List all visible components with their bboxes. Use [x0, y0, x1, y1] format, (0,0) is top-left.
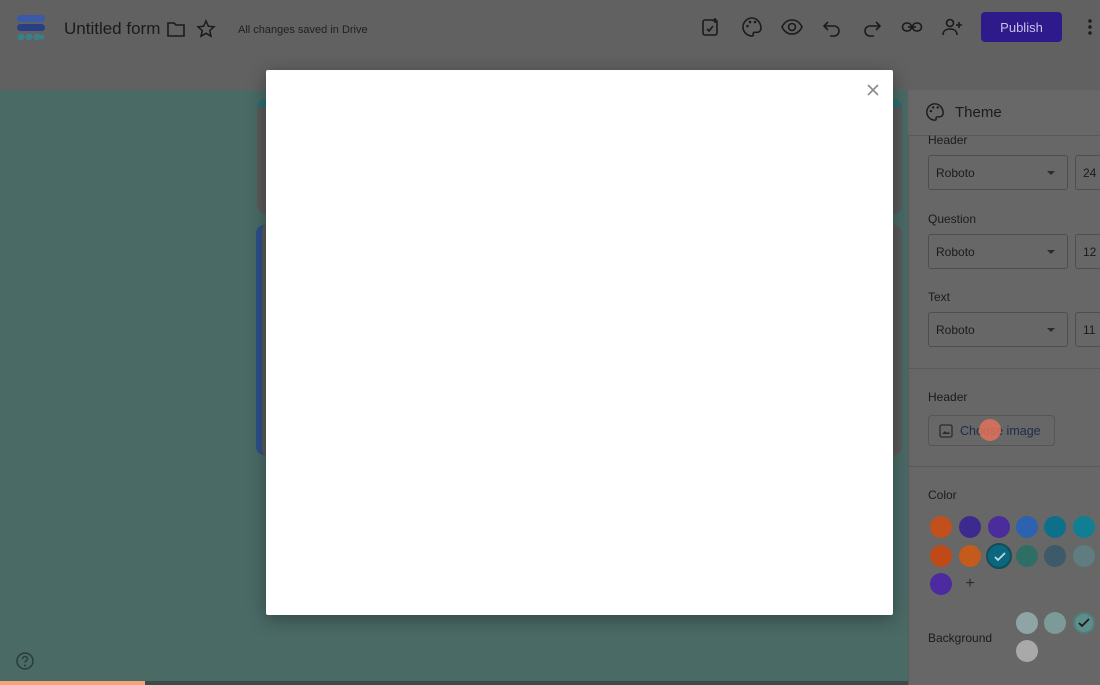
star-icon[interactable]: [196, 19, 216, 39]
color-swatch[interactable]: [1016, 545, 1038, 567]
background-swatch[interactable]: [1044, 612, 1066, 634]
chevron-down-icon: [1047, 250, 1055, 254]
question-size-value: 12: [1083, 245, 1097, 259]
add-ons-icon[interactable]: [700, 16, 722, 38]
divider: [908, 466, 1100, 467]
header-font-select[interactable]: Roboto: [928, 155, 1068, 190]
publish-button[interactable]: Publish: [981, 12, 1062, 42]
add-color-icon[interactable]: +: [960, 574, 980, 594]
header-image-label: Header: [928, 390, 968, 404]
progress-bar: [0, 681, 145, 685]
color-swatch[interactable]: [1016, 516, 1038, 538]
blank-dialog[interactable]: [266, 70, 893, 615]
question-font-label: Question: [928, 212, 977, 226]
color-swatch[interactable]: [1044, 516, 1066, 538]
header-font-label: Header: [928, 133, 968, 147]
color-swatch[interactable]: [959, 516, 981, 538]
chevron-down-icon: [1047, 171, 1055, 175]
eye-icon[interactable]: [781, 16, 803, 38]
undo-icon[interactable]: [821, 16, 843, 38]
color-label: Color: [928, 488, 957, 502]
help-icon[interactable]: [15, 651, 35, 671]
save-status: All changes saved in Drive: [238, 24, 368, 36]
header-size-value: 24: [1083, 166, 1097, 180]
form-title[interactable]: Untitled form: [64, 19, 160, 39]
color-swatch[interactable]: [930, 573, 952, 595]
color-swatch[interactable]: [959, 545, 981, 567]
color-swatch[interactable]: [1073, 516, 1095, 538]
palette-icon: [926, 103, 944, 121]
question-font-select[interactable]: Roboto: [928, 234, 1068, 269]
close-icon[interactable]: [866, 83, 880, 97]
color-swatch[interactable]: [988, 516, 1010, 538]
color-swatch[interactable]: [986, 543, 1012, 569]
palette-icon[interactable]: [741, 16, 763, 38]
text-font-select[interactable]: Roboto: [928, 312, 1068, 347]
cursor-indicator: [979, 419, 1001, 441]
text-font-value: Roboto: [936, 323, 975, 337]
background-swatch[interactable]: [1073, 612, 1095, 634]
chevron-down-icon: [1047, 328, 1055, 332]
question-size-select[interactable]: 12: [1075, 234, 1100, 269]
text-size-select[interactable]: 11: [1075, 312, 1100, 347]
question-font-value: Roboto: [936, 245, 975, 259]
header-size-select[interactable]: 24: [1075, 155, 1100, 190]
background-label: Background: [928, 631, 993, 645]
text-font-label: Text: [928, 290, 951, 304]
color-swatch[interactable]: [930, 516, 952, 538]
background-swatch[interactable]: [1016, 612, 1038, 634]
color-swatch[interactable]: [1073, 545, 1095, 567]
header-font-value: Roboto: [936, 166, 975, 180]
folder-icon[interactable]: [166, 20, 186, 38]
color-swatch[interactable]: [930, 545, 952, 567]
color-swatch[interactable]: [1044, 545, 1066, 567]
app-header: [0, 0, 1100, 56]
person-add-icon[interactable]: [941, 16, 963, 38]
theme-panel-title: Theme: [955, 104, 1002, 121]
forms-logo-icon[interactable]: [16, 14, 46, 42]
redo-icon[interactable]: [861, 16, 883, 38]
link-icon[interactable]: [901, 16, 923, 38]
divider: [908, 368, 1100, 369]
background-swatch[interactable]: [1016, 640, 1038, 662]
image-icon: [939, 424, 953, 438]
more-vert-icon[interactable]: [1082, 17, 1098, 37]
text-size-value: 11: [1083, 323, 1096, 337]
